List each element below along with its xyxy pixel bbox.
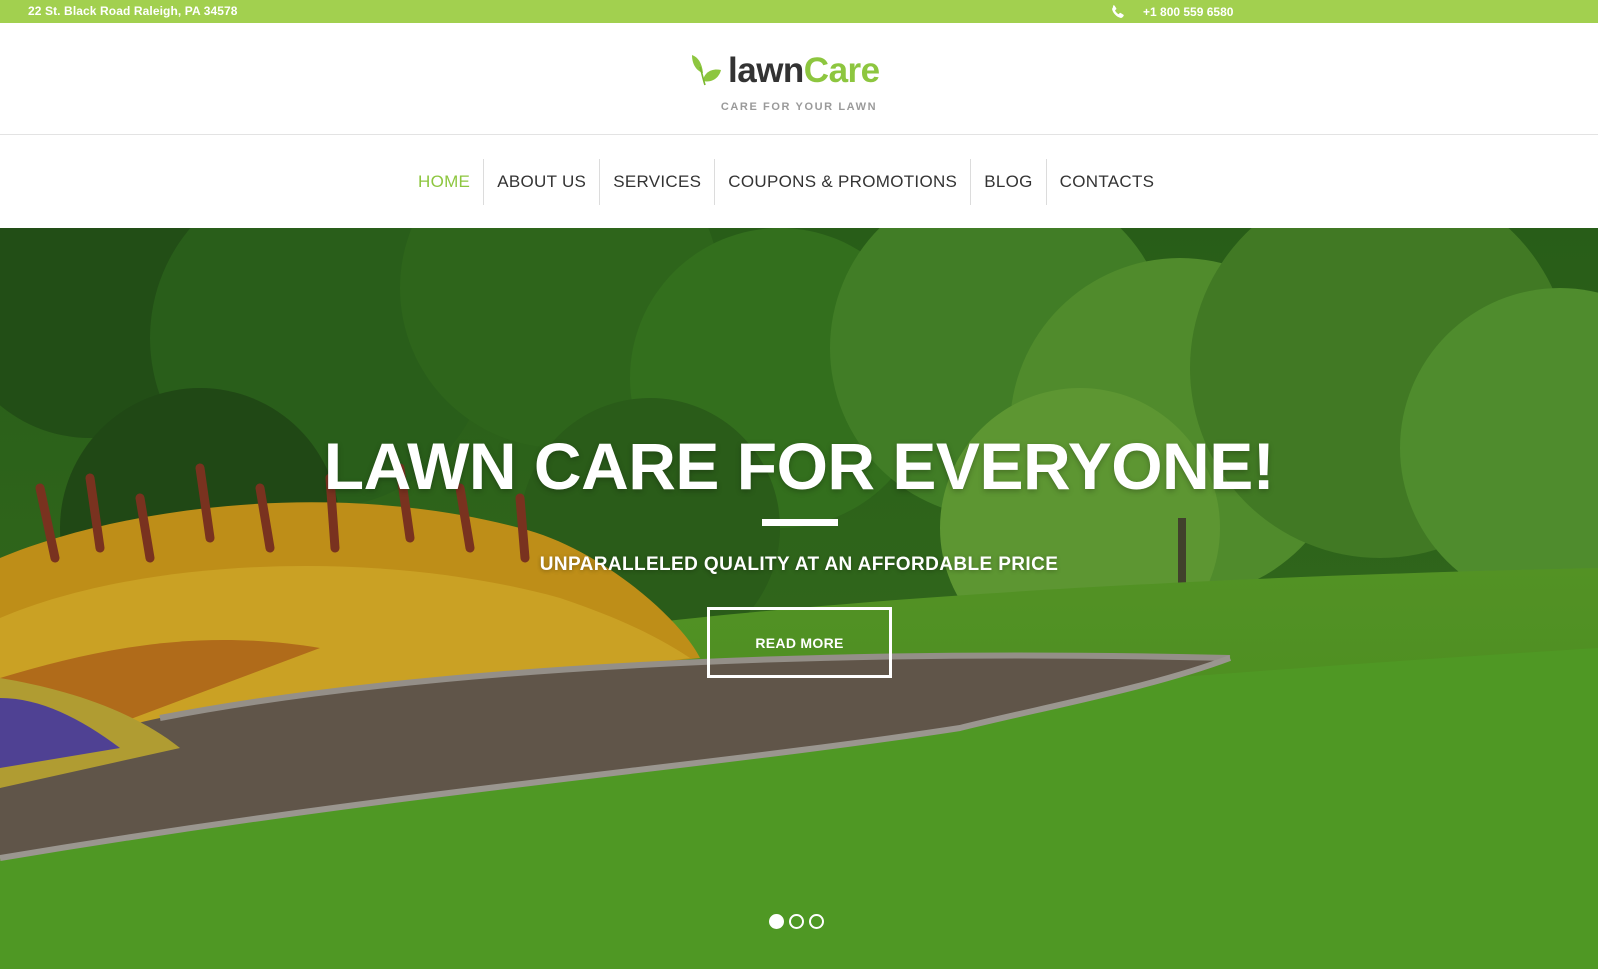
nav-list: HOME ABOUT US SERVICES COUPONS & PROMOTI… bbox=[412, 159, 1167, 205]
nav-item-blog[interactable]: BLOG bbox=[970, 159, 1045, 205]
nav-item-services[interactable]: SERVICES bbox=[599, 159, 714, 205]
hero-overlay bbox=[0, 228, 1598, 969]
nav-item-contacts[interactable]: CONTACTS bbox=[1045, 159, 1168, 205]
logo-tagline: CARE FOR YOUR LAWN bbox=[720, 101, 878, 113]
logo[interactable]: lawnCare bbox=[686, 51, 880, 89]
top-bar: 22 St. Black Road Raleigh, PA 34578 +1 8… bbox=[0, 0, 1598, 23]
hero-divider bbox=[762, 519, 838, 526]
site-header: lawnCare CARE FOR YOUR LAWN bbox=[0, 23, 1598, 135]
hero-slider: LAWN CARE FOR EVERYONE! UNPARALLELED QUA… bbox=[0, 228, 1598, 969]
address-text: 22 St. Black Road Raleigh, PA 34578 bbox=[28, 4, 238, 18]
nav-item-home[interactable]: HOME bbox=[412, 159, 483, 205]
nav-item-coupons-promotions[interactable]: COUPONS & PROMOTIONS bbox=[714, 159, 970, 205]
leaf-icon bbox=[692, 55, 721, 86]
main-nav: HOME ABOUT US SERVICES COUPONS & PROMOTI… bbox=[0, 136, 1598, 228]
phone-number[interactable]: +1 800 559 6580 bbox=[1143, 5, 1233, 19]
hero-subtitle: UNPARALLELED QUALITY AT AN AFFORDABLE PR… bbox=[539, 554, 1059, 575]
logo-word-care: Care bbox=[803, 51, 880, 90]
phone-contact[interactable]: +1 800 559 6580 bbox=[1110, 3, 1233, 20]
phone-icon bbox=[1110, 4, 1126, 20]
slider-pagination bbox=[769, 914, 829, 929]
hero-title: LAWN CARE FOR EVERYONE! bbox=[323, 429, 1275, 503]
logo-wordmark: lawnCare bbox=[728, 53, 880, 89]
slider-dot-3[interactable] bbox=[809, 914, 824, 929]
slider-dot-2[interactable] bbox=[789, 914, 804, 929]
nav-item-about-us[interactable]: ABOUT US bbox=[483, 159, 599, 205]
slider-dot-1[interactable] bbox=[769, 914, 784, 929]
logo-word-lawn: lawn bbox=[728, 51, 804, 90]
read-more-button[interactable]: READ MORE bbox=[707, 607, 892, 678]
